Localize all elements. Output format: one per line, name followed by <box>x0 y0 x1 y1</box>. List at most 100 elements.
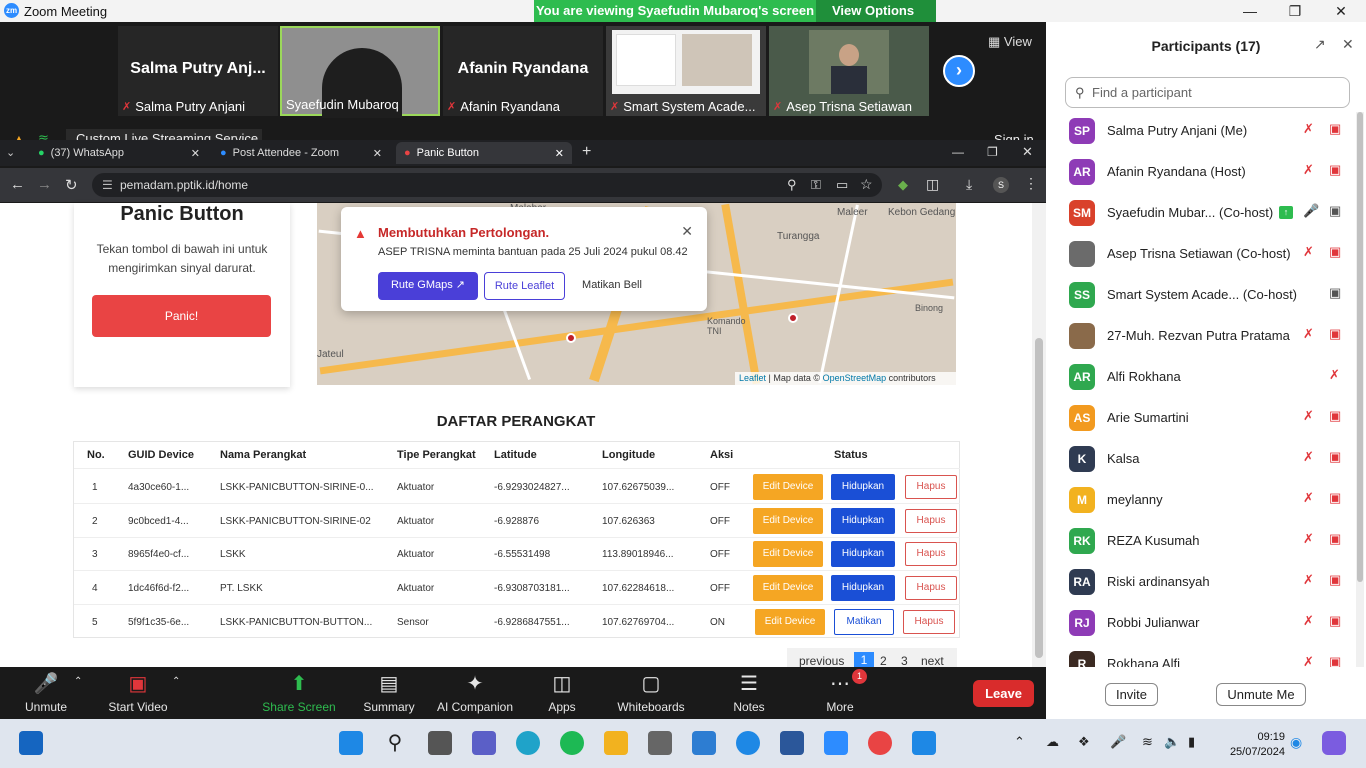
bookmark-star-icon[interactable]: ☆ <box>860 176 873 193</box>
video-tile-active-speaker[interactable]: Syaefudin Mubaroq <box>280 26 440 118</box>
view-button[interactable]: ▦ View <box>988 34 1032 50</box>
apps-button[interactable]: ◫ Apps <box>540 668 584 714</box>
tab-post-attendee[interactable]: ● Post Attendee - Zoom ✕ <box>212 142 390 164</box>
hapus-button[interactable]: Hapus <box>905 475 957 499</box>
chevron-up-icon[interactable]: ⌃ <box>172 676 180 687</box>
rute-gmaps-button[interactable]: Rute GMaps ↗ <box>378 272 478 300</box>
participant-row[interactable]: 27-Muh. Rezvan Putra Pratama ✗ ▣ <box>1067 321 1357 351</box>
extension-icon[interactable]: ◆ <box>898 177 908 193</box>
browser-minimize-icon[interactable]: — <box>952 145 964 159</box>
url-field[interactable]: ☰ pemadam.pptik.id/home <box>92 173 882 197</box>
next-page-icon[interactable]: › <box>943 55 975 87</box>
ai-companion-button[interactable]: ✦ AI Companion <box>434 668 516 714</box>
participant-row[interactable]: AR Alfi Rokhana ✗ <box>1067 362 1357 392</box>
popup-close-icon[interactable]: ✕ <box>681 223 693 240</box>
volume-icon[interactable]: 🔈 <box>1164 734 1180 750</box>
location-icon[interactable]: ⚲ <box>787 177 797 193</box>
help-icon[interactable] <box>736 731 760 755</box>
spotify-icon[interactable] <box>560 731 584 755</box>
download-icon[interactable]: ⤓ <box>966 176 972 193</box>
map-marker-icon[interactable] <box>788 313 798 323</box>
pager-page-1[interactable]: 1 <box>854 652 874 668</box>
participant-search-input[interactable]: ⚲ Find a participant <box>1065 77 1350 108</box>
leaflet-link[interactable]: Leaflet <box>739 373 766 383</box>
video-tile[interactable]: Afanin Ryandana ✗ Afanin Ryandana <box>443 26 603 116</box>
invite-button[interactable]: Invite <box>1105 683 1158 706</box>
hapus-button[interactable]: Hapus <box>905 542 957 566</box>
share-screen-button[interactable]: ⬆ Share Screen <box>262 668 336 714</box>
video-tile[interactable]: ✗ Smart System Acade... <box>606 26 766 116</box>
edge-icon[interactable] <box>516 731 540 755</box>
hapus-button[interactable]: Hapus <box>905 509 957 533</box>
tab-close-icon[interactable]: ✕ <box>191 147 200 160</box>
participant-row[interactable]: K Kalsa ✗ ▣ <box>1067 444 1357 474</box>
unmute-button[interactable]: 🎤 Unmute <box>18 668 74 714</box>
cast-icon[interactable]: ▭ <box>836 177 848 193</box>
tab-whatsapp[interactable]: ● (37) WhatsApp ✕ <box>30 142 208 164</box>
start-video-button[interactable]: ▣ Start Video <box>104 668 172 714</box>
search-taskbar-icon[interactable]: ⚲ <box>383 731 407 755</box>
participants-scrollbar[interactable] <box>1356 112 1364 667</box>
video-tile[interactable]: Salma Putry Anj... ✗ Salma Putry Anjani <box>118 26 278 116</box>
calculator-icon[interactable] <box>648 731 672 755</box>
participant-row[interactable]: SS Smart System Acade... (Co-host) ▣ <box>1067 280 1357 310</box>
edit-device-button[interactable]: Edit Device <box>753 508 823 534</box>
reload-icon[interactable]: ↻ <box>65 176 78 194</box>
tray-dropbox-icon[interactable]: ❖ <box>1078 734 1090 750</box>
participant-row[interactable]: AR Afanin Ryandana (Host) ✗ ▣ <box>1067 157 1357 187</box>
zoom-taskbar-icon[interactable] <box>824 731 848 755</box>
map-marker-icon[interactable] <box>566 333 576 343</box>
participant-row[interactable]: SP Salma Putry Anjani (Me) ✗ ▣ <box>1067 116 1357 146</box>
restore-icon[interactable]: ❐ <box>1280 2 1310 20</box>
summary-button[interactable]: ▤ Summary <box>360 668 418 714</box>
hapus-button[interactable]: Hapus <box>903 610 955 634</box>
participant-row[interactable]: Asep Trisna Setiawan (Co-host) ✗ ▣ <box>1067 239 1357 269</box>
participant-row[interactable]: SM Syaefudin Mubar... (Co-host) ↑ 🎤 ▣ <box>1067 198 1357 228</box>
edit-device-button[interactable]: Edit Device <box>755 609 825 635</box>
key-icon[interactable]: ⚿ <box>811 177 821 193</box>
participant-row[interactable]: RA Riski ardinansyah ✗ ▣ <box>1067 567 1357 597</box>
matikan-bell-button[interactable]: Matikan Bell <box>573 272 651 300</box>
profile-avatar[interactable]: S <box>993 177 1009 193</box>
puzzle-icon[interactable]: ◫ <box>926 176 939 193</box>
whiteboards-button[interactable]: ▢ Whiteboards <box>614 668 688 714</box>
view-options-button[interactable]: View Options ⌄ <box>816 0 936 40</box>
notes-button[interactable]: ☰ Notes <box>726 668 772 714</box>
edit-device-button[interactable]: Edit Device <box>753 575 823 601</box>
task-view-icon[interactable] <box>428 731 452 755</box>
hidupkan-button[interactable]: Hidupkan <box>831 541 895 567</box>
taskbar-clock[interactable]: 09:19 25/07/2024 <box>1227 730 1285 760</box>
store-icon[interactable] <box>692 731 716 755</box>
notepad-icon[interactable] <box>912 731 936 755</box>
edit-device-button[interactable]: Edit Device <box>753 474 823 500</box>
tab-close-icon[interactable]: ✕ <box>555 147 564 160</box>
browser-close-icon[interactable]: ✕ <box>1022 144 1033 160</box>
matikan-button[interactable]: Matikan <box>834 609 894 635</box>
participant-row[interactable]: RK REZA Kusumah ✗ ▣ <box>1067 526 1357 556</box>
minimize-icon[interactable]: — <box>1235 2 1265 20</box>
menu-kebab-icon[interactable]: ⋮ <box>1024 175 1038 192</box>
hidupkan-button[interactable]: Hidupkan <box>831 508 895 534</box>
panic-button[interactable]: Panic! <box>92 295 271 337</box>
microphone-tray-icon[interactable]: 🎤 <box>1110 734 1126 750</box>
tray-app-icon[interactable]: ☁ <box>1046 734 1059 750</box>
wifi-icon[interactable]: ≋ <box>1142 734 1153 750</box>
browser-restore-icon[interactable]: ❐ <box>987 145 998 159</box>
widgets-icon[interactable] <box>19 731 43 755</box>
page-scrollbar[interactable] <box>1032 203 1046 667</box>
new-tab-icon[interactable]: + <box>582 143 591 161</box>
pager-next[interactable]: next <box>921 654 944 668</box>
tab-panic-button[interactable]: ● Panic Button ✕ <box>396 142 572 164</box>
osm-link[interactable]: OpenStreetMap <box>823 373 887 383</box>
copilot-icon[interactable] <box>1322 731 1346 755</box>
chrome-icon[interactable] <box>868 731 892 755</box>
leave-button[interactable]: Leave <box>973 680 1034 707</box>
chevron-up-icon[interactable]: ⌃ <box>74 676 82 687</box>
start-icon[interactable] <box>339 731 363 755</box>
hidupkan-button[interactable]: Hidupkan <box>831 474 895 500</box>
app-icon[interactable] <box>780 731 804 755</box>
participant-row[interactable]: Mmeylanny ✗ ▣ <box>1067 485 1357 515</box>
participant-row[interactable]: RJ Robbi Julianwar ✗ ▣ <box>1067 608 1357 638</box>
notification-bell-icon[interactable]: ◉ <box>1290 734 1302 751</box>
hapus-button[interactable]: Hapus <box>905 576 957 600</box>
